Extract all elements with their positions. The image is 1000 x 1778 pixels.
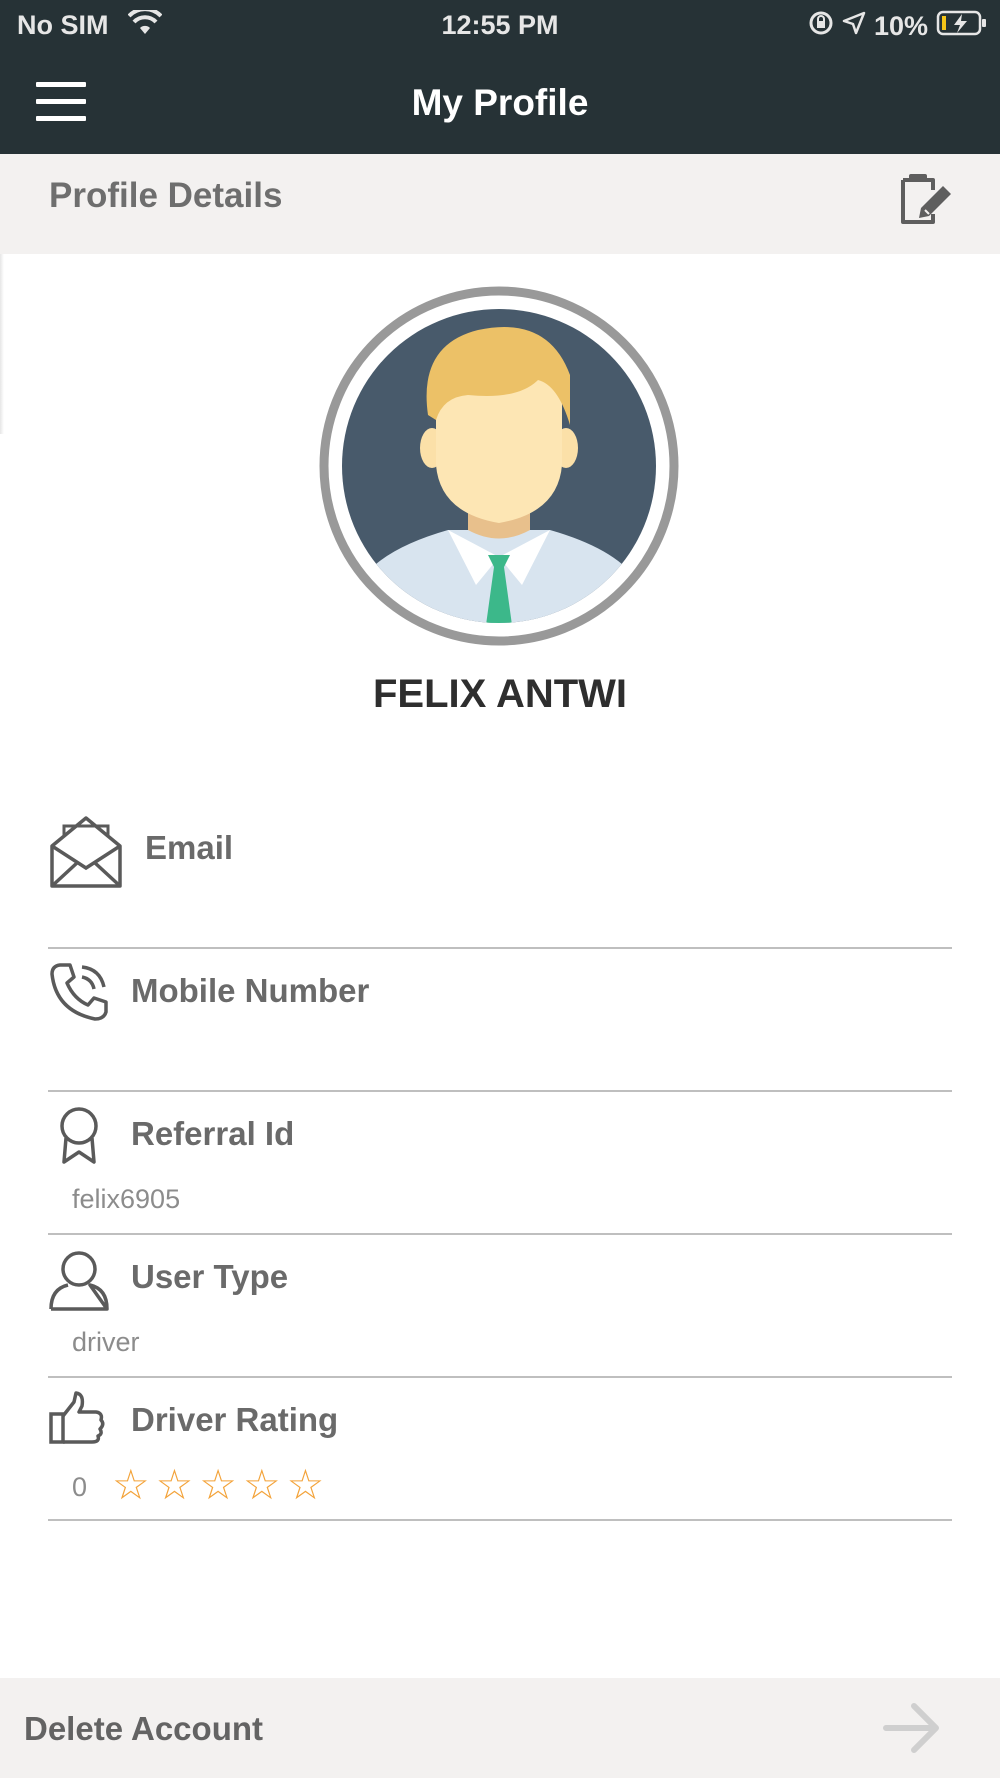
profile-details-header: Profile Details [0,154,1000,254]
email-label: Email [145,829,234,866]
edit-note-icon [901,174,951,224]
driver-rating-label: Driver Rating [131,1401,339,1438]
user-type-value: driver [72,1327,140,1357]
user-type-row[interactable]: User Type driver [48,1233,952,1378]
driver-rating-value: 0 [72,1472,88,1502]
location-arrow-icon [842,11,866,42]
delete-account-label: Delete Account [24,1710,263,1747]
male-avatar-icon [319,286,679,646]
page-title: My Profile [411,82,589,123]
referral-id-label: Referral Id [131,1115,295,1152]
orientation-lock-icon [808,10,834,43]
award-ribbon-icon [56,1106,102,1171]
mobile-number-label: Mobile Number [131,972,370,1009]
nav-bar: My Profile [0,56,1000,154]
status-indicators: 10% [808,9,988,44]
section-title: Profile Details [49,176,283,215]
battery-charging-icon [936,9,988,44]
driver-rating-row[interactable]: Driver Rating 0 ☆☆☆☆☆ [48,1376,952,1521]
referral-id-value: felix6905 [72,1184,181,1214]
battery-percent: 10% [873,11,928,41]
user-icon [48,1249,110,1316]
app-header: No SIM 12:55 PM 10% My Profile [0,0,1000,154]
thumbs-up-icon [48,1390,106,1451]
mobile-number-row[interactable]: Mobile Number [48,947,952,1092]
profile-name: FELIX ANTWI [372,672,628,716]
status-bar: No SIM 12:55 PM 10% [0,0,1000,50]
email-row[interactable]: Email [48,804,952,949]
avatar [318,285,680,647]
open-envelope-icon [48,814,124,895]
referral-id-row[interactable]: Referral Id felix6905 [48,1090,952,1235]
user-type-label: User Type [131,1258,289,1295]
rating-stars: ☆☆☆☆☆ [112,1460,331,1509]
edit-profile-button[interactable] [895,168,955,228]
side-shadow [0,254,4,434]
phone-ringing-icon [48,961,110,1028]
delete-account-bar[interactable]: Delete Account [0,1678,1000,1778]
arrow-right-icon[interactable] [882,1700,942,1756]
